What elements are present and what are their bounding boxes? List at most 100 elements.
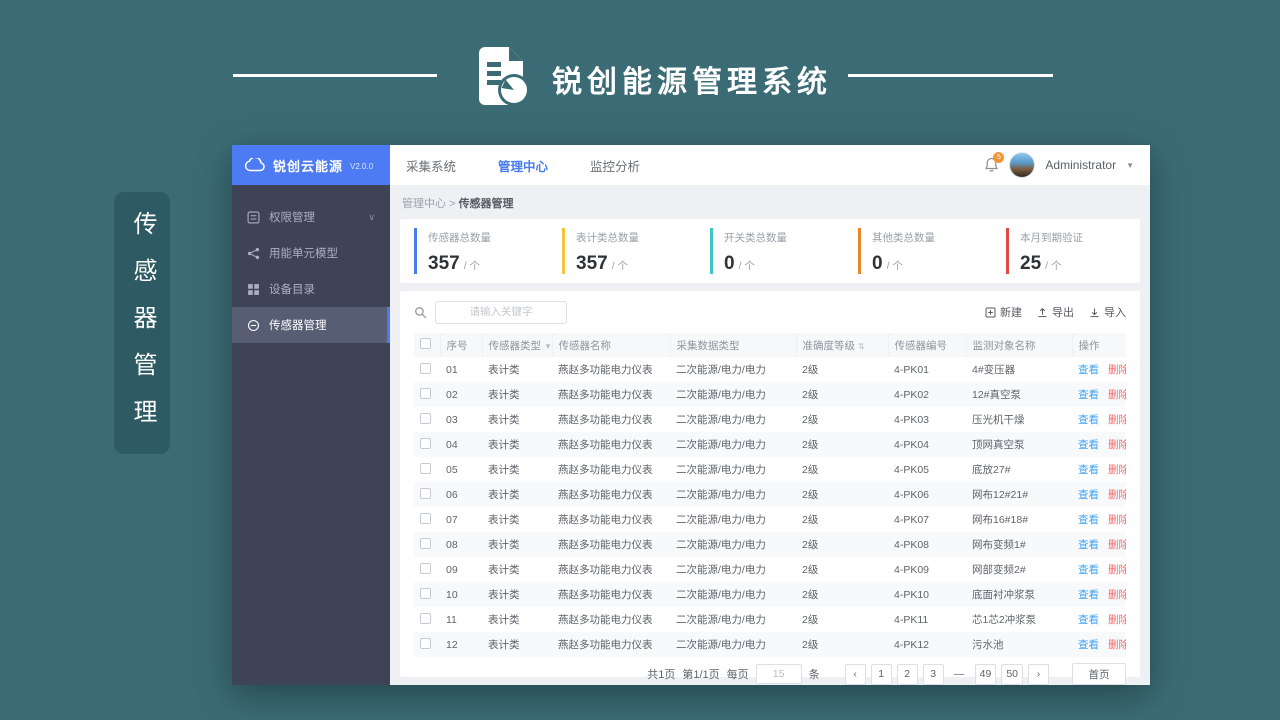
view-link[interactable]: 查看 xyxy=(1078,564,1099,576)
notification-bell-icon[interactable]: 5 xyxy=(984,152,1005,173)
home-page-button[interactable]: 首页 xyxy=(1072,663,1126,685)
page-button-49[interactable]: 49 xyxy=(974,663,997,685)
stat-card-4: 本月到期验证 25/ 个 xyxy=(1006,228,1140,274)
sidebar-item-0[interactable]: 权限管理 ∨ xyxy=(232,199,390,235)
avatar[interactable] xyxy=(1009,152,1036,178)
topbar-tabs: 采集系统 管理中心 监控分析 xyxy=(406,156,682,175)
sidebar-item-2[interactable]: 设备目录 xyxy=(232,271,390,307)
delete-link[interactable]: 删除 xyxy=(1108,464,1126,476)
next-page-button[interactable]: › xyxy=(1028,663,1049,685)
row-checkbox[interactable] xyxy=(420,512,431,524)
search-input[interactable] xyxy=(435,300,567,324)
row-checkbox[interactable] xyxy=(420,487,431,499)
row-checkbox[interactable] xyxy=(420,437,431,449)
cell-accuracy: 2级 xyxy=(802,639,819,651)
view-link[interactable]: 查看 xyxy=(1078,489,1099,501)
breadcrumb-parent[interactable]: 管理中心 xyxy=(402,198,446,210)
import-icon xyxy=(1089,307,1100,318)
table-row: 11 表计类 燕赵多功能电力仪表 二次能源/电力/电力 2级 4-PK11 芯1芯2冲浆泵 查… xyxy=(414,607,1126,632)
content-area: 管理中心 > 传感器管理 传感器总数量 357/ 个 表计类总数量 357/ 个 开关类… xyxy=(390,185,1150,685)
row-checkbox[interactable] xyxy=(420,637,431,649)
page-button-3[interactable]: 3 xyxy=(922,663,944,685)
column-header: 准确度等级 ⇅ xyxy=(795,333,888,357)
page-button-2[interactable]: 2 xyxy=(896,663,918,685)
user-menu-caret-icon[interactable]: ▼ xyxy=(1126,161,1134,170)
current-page-label: 第1/1页 xyxy=(682,669,720,681)
row-checkbox[interactable] xyxy=(420,562,431,574)
nav-tab-0[interactable]: 采集系统 xyxy=(406,156,456,175)
cell-name: 燕赵多功能电力仪表 xyxy=(558,489,653,501)
row-checkbox[interactable] xyxy=(420,387,431,399)
row-checkbox[interactable] xyxy=(420,362,431,374)
cell-data-type: 二次能源/电力/电力 xyxy=(676,414,766,426)
page-button-1[interactable]: 1 xyxy=(870,663,892,685)
per-page-input[interactable] xyxy=(755,664,802,684)
delete-link[interactable]: 删除 xyxy=(1108,514,1126,526)
cell-accuracy: 2级 xyxy=(802,464,819,476)
nav-tab-2[interactable]: 监控分析 xyxy=(590,156,640,175)
delete-link[interactable]: 删除 xyxy=(1108,589,1126,601)
delete-link[interactable]: 删除 xyxy=(1108,564,1126,576)
prev-page-button[interactable]: ‹ xyxy=(844,663,866,685)
cell-data-type: 二次能源/电力/电力 xyxy=(676,364,766,376)
new-button[interactable]: 新建 xyxy=(985,304,1022,320)
cell-name: 燕赵多功能电力仪表 xyxy=(558,439,653,451)
table-card: 新建导出导入 序号传感器类型▼传感器名称采集数据类型准确度等级⇅传感器编号监测对… xyxy=(400,291,1140,685)
stat-unit: / 个 xyxy=(1045,260,1062,272)
view-link[interactable]: 查看 xyxy=(1078,439,1099,451)
export-button[interactable]: 导出 xyxy=(1037,304,1074,320)
row-checkbox[interactable] xyxy=(420,537,431,549)
cell-no: 09 xyxy=(446,563,458,576)
sort-icon[interactable]: ⇅ xyxy=(858,342,865,351)
delete-link[interactable]: 删除 xyxy=(1108,439,1126,451)
cell-no: 01 xyxy=(446,363,458,376)
view-link[interactable]: 查看 xyxy=(1078,514,1099,526)
cell-target: 底放27# xyxy=(972,464,1011,476)
sidebar-item-1[interactable]: 用能单元模型 xyxy=(232,235,390,271)
stats-row: 传感器总数量 357/ 个表计类总数量 357/ 个开关类总数量 0/ 个其他类总数量… xyxy=(400,219,1140,283)
cell-accuracy: 2级 xyxy=(802,614,819,626)
delete-link[interactable]: 删除 xyxy=(1108,489,1126,501)
stat-value: 0/ 个 xyxy=(724,253,755,274)
row-checkbox[interactable] xyxy=(420,612,431,624)
delete-link[interactable]: 删除 xyxy=(1108,364,1126,376)
nav-tab-1[interactable]: 管理中心 xyxy=(498,156,548,175)
view-link[interactable]: 查看 xyxy=(1078,614,1099,626)
cell-target: 污水池 xyxy=(972,639,1004,651)
view-link[interactable]: 查看 xyxy=(1078,364,1099,376)
decor-line-right xyxy=(848,74,1053,77)
delete-link[interactable]: 删除 xyxy=(1108,389,1126,401)
filter-icon[interactable]: ▼ xyxy=(544,342,552,351)
row-checkbox[interactable] xyxy=(420,587,431,599)
cell-no: 08 xyxy=(446,538,458,551)
view-link[interactable]: 查看 xyxy=(1078,539,1099,551)
cell-type: 表计类 xyxy=(488,439,520,451)
cell-code: 4-PK10 xyxy=(894,588,930,601)
view-link[interactable]: 查看 xyxy=(1078,414,1099,426)
delete-link[interactable]: 删除 xyxy=(1108,639,1126,651)
report-chart-icon xyxy=(473,45,531,112)
select-all-checkbox[interactable] xyxy=(420,338,431,349)
stat-value: 0/ 个 xyxy=(872,253,903,274)
row-checkbox[interactable] xyxy=(420,462,431,474)
import-button[interactable]: 导入 xyxy=(1089,304,1126,320)
cell-name: 燕赵多功能电力仪表 xyxy=(558,614,653,626)
row-checkbox[interactable] xyxy=(420,412,431,424)
brand-version: V2.0.0 xyxy=(350,162,374,171)
delete-link[interactable]: 删除 xyxy=(1108,539,1126,551)
view-link[interactable]: 查看 xyxy=(1078,389,1099,401)
cell-data-type: 二次能源/电力/电力 xyxy=(676,489,766,501)
delete-link[interactable]: 删除 xyxy=(1108,614,1126,626)
column-header: 传感器编号 xyxy=(887,333,966,357)
cell-no: 03 xyxy=(446,413,458,426)
page-title: 锐创能源管理系统 xyxy=(552,66,832,99)
view-link[interactable]: 查看 xyxy=(1078,589,1099,601)
page-button-50[interactable]: 50 xyxy=(1001,663,1023,685)
cell-data-type: 二次能源/电力/电力 xyxy=(676,389,766,401)
sidebar-item-3[interactable]: 传感器管理 xyxy=(232,307,390,343)
table-row: 02 表计类 燕赵多功能电力仪表 二次能源/电力/电力 2级 4-PK02 12#真空泵 查看… xyxy=(414,382,1126,407)
cell-name: 燕赵多功能电力仪表 xyxy=(558,514,653,526)
delete-link[interactable]: 删除 xyxy=(1108,414,1126,426)
view-link[interactable]: 查看 xyxy=(1078,639,1099,651)
view-link[interactable]: 查看 xyxy=(1078,464,1099,476)
